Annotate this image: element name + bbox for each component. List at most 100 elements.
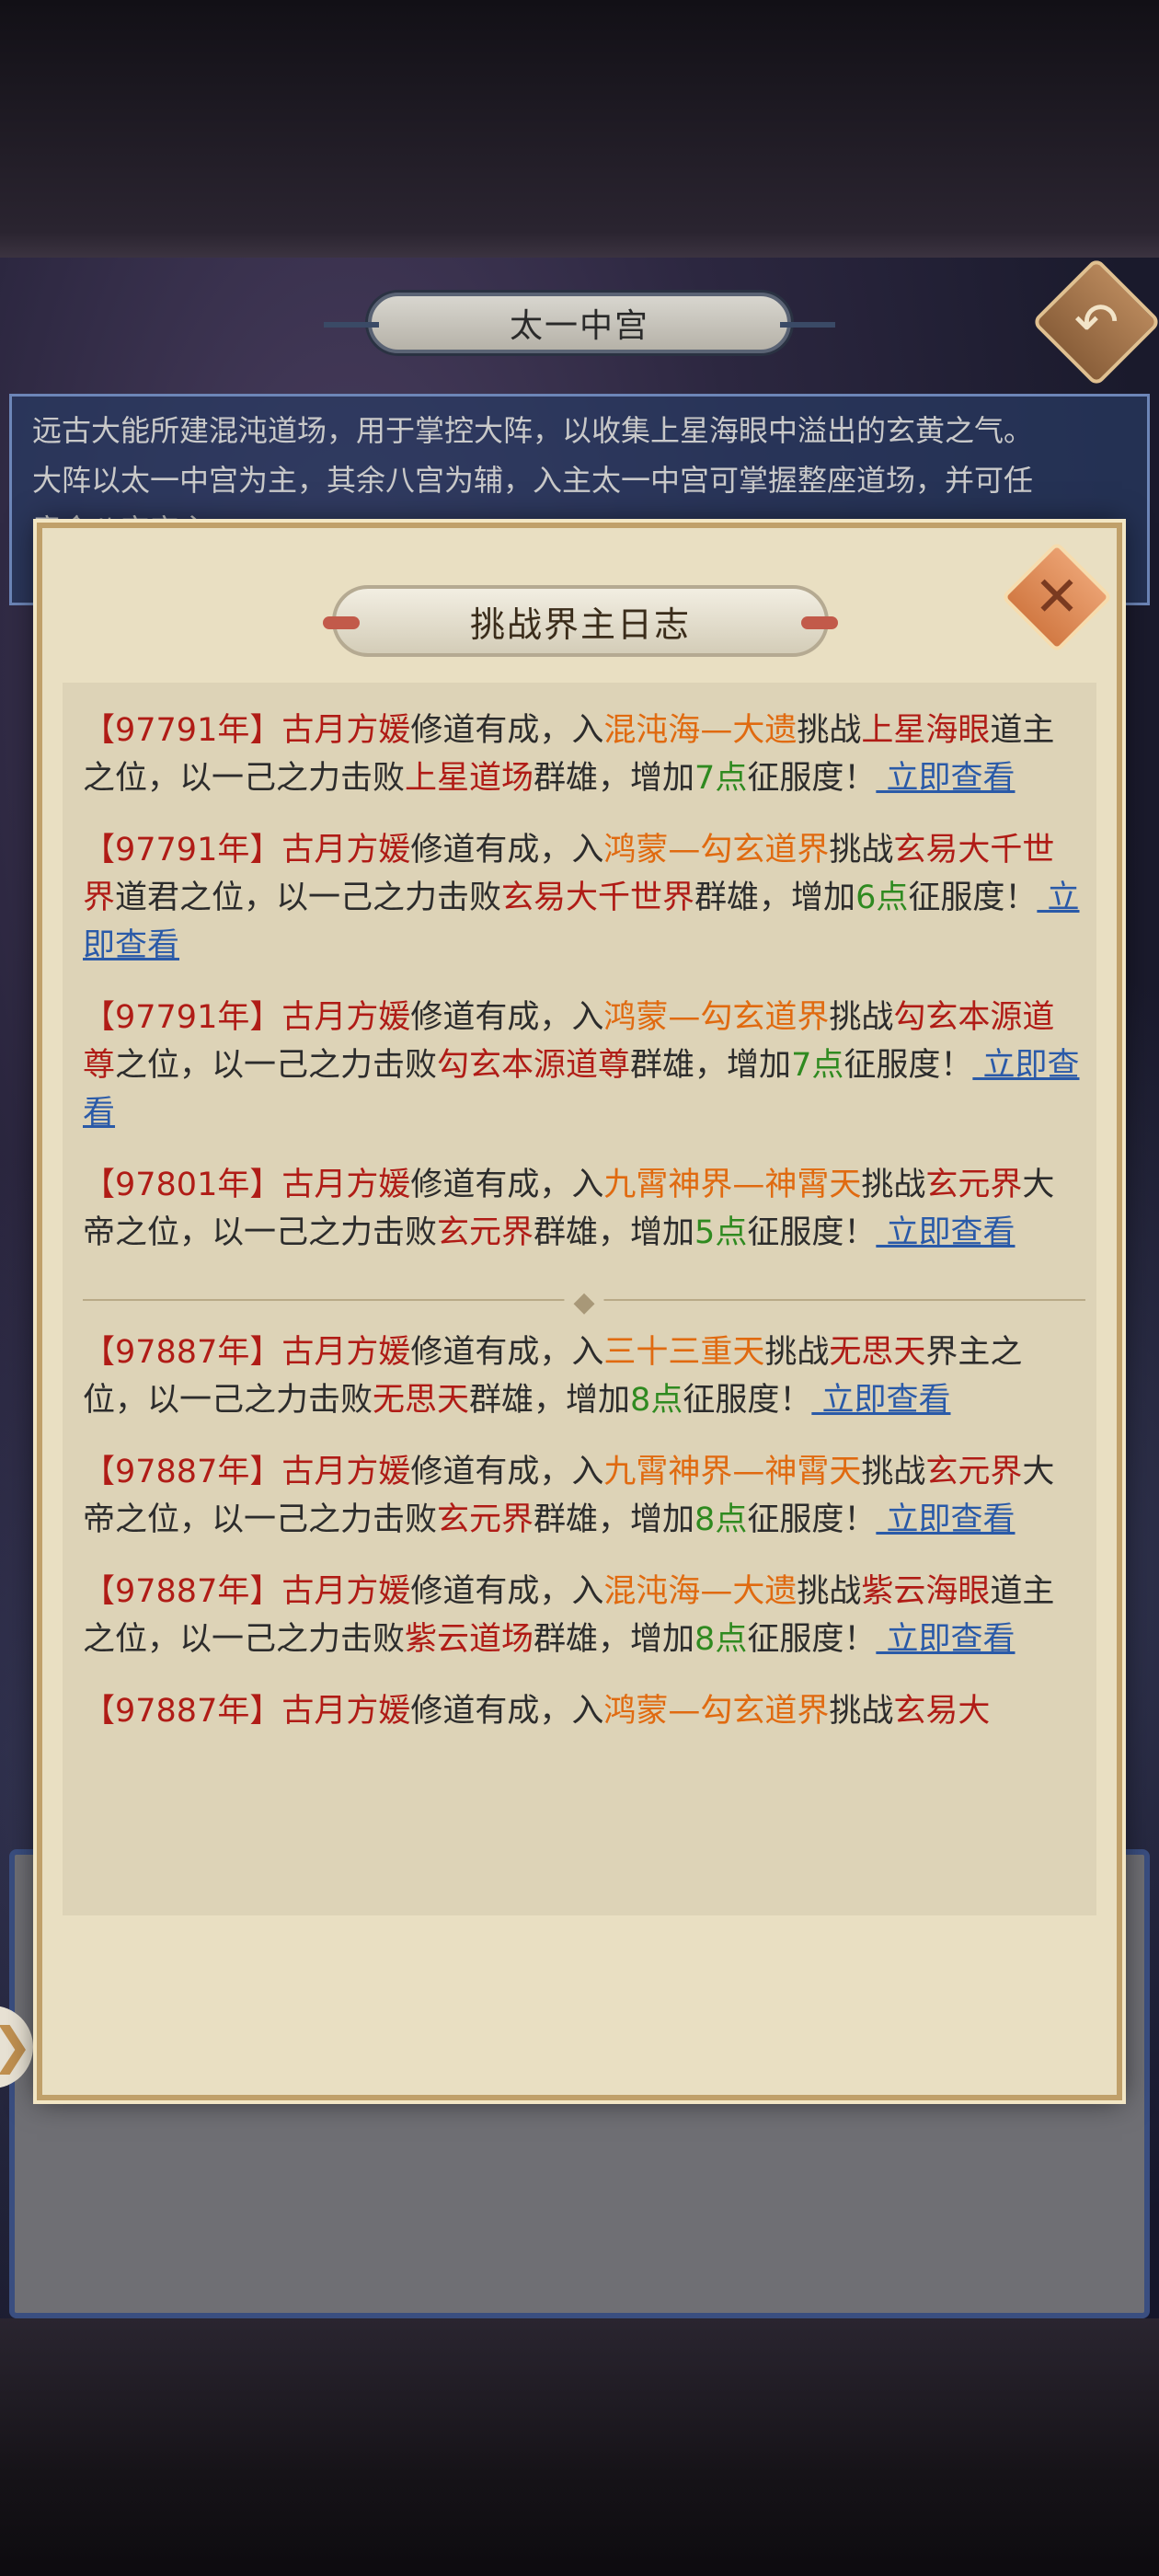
view-link[interactable]: 立即查看	[876, 1621, 1015, 1658]
modal-title-plaque: 挑战界主日志	[323, 585, 838, 657]
entry-text: 征服度！	[683, 1382, 812, 1419]
entry-text: 挑战	[829, 999, 894, 1036]
entry-location: 九霄神界—神霄天	[603, 1454, 862, 1490]
entry-text: 群雄，增加	[469, 1382, 631, 1419]
entry-text: 群雄，增加	[694, 880, 856, 916]
entry-text: 修道有成，入	[410, 1573, 604, 1610]
entry-target: 紫云海眼	[861, 1573, 991, 1610]
entry-text: 挑战	[797, 712, 862, 749]
view-link[interactable]: 立即查看	[876, 1501, 1015, 1538]
entry-defeated: 玄元界	[437, 1214, 534, 1251]
close-icon: ✕	[1033, 565, 1081, 629]
log-entry: 【97791年】古月方媛修道有成，入鸿蒙—勾玄道界挑战勾玄本源道尊之位，以一己之…	[83, 994, 1085, 1137]
entry-year: 【97791年】	[83, 999, 282, 1036]
entry-location: 三十三重天	[603, 1334, 765, 1371]
entry-location: 鸿蒙—勾玄道界	[603, 999, 830, 1036]
entry-text: 征服度！	[747, 1214, 877, 1251]
entry-text: 征服度！	[908, 880, 1038, 916]
entry-text: 道君之位，以一己之力击败	[115, 880, 502, 916]
entry-name: 古月方媛	[281, 1693, 411, 1730]
entry-text: 修道有成，入	[410, 712, 604, 749]
entry-text: 群雄，增加	[630, 1047, 792, 1084]
entry-location: 鸿蒙—勾玄道界	[603, 832, 830, 868]
entry-target: 玄元界	[925, 1454, 1023, 1490]
entry-target: 玄元界	[925, 1167, 1023, 1203]
entry-text: 挑战	[861, 1454, 926, 1490]
entry-year: 【97791年】	[83, 712, 282, 749]
close-button[interactable]: ✕	[1001, 541, 1113, 653]
view-link[interactable]: 立即查看	[876, 1214, 1015, 1251]
entry-defeated: 上星道场	[405, 760, 534, 797]
description-line-2: 大阵以太一中宫为主，其余八宫为辅，入主太一中宫可掌握整座道场，并可任	[32, 463, 1034, 498]
entry-location: 混沌海—大遗	[603, 1573, 798, 1610]
log-list: 【97791年】古月方媛修道有成，入混沌海—大遗挑战上星海眼道主之位，以一己之力…	[83, 683, 1085, 1735]
page-title: 太一中宫	[509, 307, 649, 345]
entry-year: 【97887年】	[83, 1334, 282, 1371]
entry-text: 群雄，增加	[534, 1501, 695, 1538]
entry-defeated: 玄元界	[437, 1501, 534, 1538]
entry-defeated: 无思天	[373, 1382, 470, 1419]
entry-year: 【97887年】	[83, 1693, 282, 1730]
entry-points: 7点	[694, 760, 748, 797]
entry-year: 【97801年】	[83, 1167, 282, 1203]
entry-name: 古月方媛	[281, 832, 411, 868]
entry-points: 7点	[791, 1047, 844, 1084]
entry-text: 挑战	[861, 1167, 926, 1203]
description-line-1: 远古大能所建混沌道场，用于掌控大阵，以收集上星海眼中溢出的玄黄之气。	[32, 413, 1034, 448]
entry-text: 群雄，增加	[534, 1621, 695, 1658]
entry-text: 之位，以一己之力击败	[115, 1047, 438, 1084]
entry-points: 8点	[694, 1621, 748, 1658]
log-scroll-area[interactable]: 【97791年】古月方媛修道有成，入混沌海—大遗挑战上星海眼道主之位，以一己之力…	[63, 683, 1096, 1915]
back-arrow-icon: ↶	[1073, 291, 1119, 353]
log-entry: 【97791年】古月方媛修道有成，入鸿蒙—勾玄道界挑战玄易大千世界道君之位，以一…	[83, 826, 1085, 970]
entry-text: 挑战	[797, 1573, 862, 1610]
entry-text: 修道有成，入	[410, 1454, 604, 1490]
entry-text: 修道有成，入	[410, 1693, 604, 1730]
log-entry: 【97887年】古月方媛修道有成，入三十三重天挑战无思天界主之位，以一己之力击败…	[83, 1328, 1085, 1424]
entry-text: 修道有成，入	[410, 832, 604, 868]
entry-year: 【97791年】	[83, 832, 282, 868]
page-title-plaque: 太一中宫	[324, 293, 835, 353]
chevron-right-icon: ❯	[0, 2017, 33, 2075]
entry-text: 征服度！	[747, 1501, 877, 1538]
bottom-dark-area	[0, 2318, 1159, 2576]
entry-name: 古月方媛	[281, 999, 411, 1036]
view-link[interactable]: 立即查看	[811, 1382, 950, 1419]
entry-text: 征服度！	[747, 1621, 877, 1658]
entry-target: 上星海眼	[861, 712, 991, 749]
entry-name: 古月方媛	[281, 1167, 411, 1203]
log-entry: 【97801年】古月方媛修道有成，入九霄神界—神霄天挑战玄元界大帝之位，以一己之…	[83, 1161, 1085, 1257]
entry-points: 8点	[694, 1501, 748, 1538]
entry-points: 8点	[630, 1382, 683, 1419]
view-link[interactable]: 立即查看	[876, 760, 1015, 797]
entry-name: 古月方媛	[281, 712, 411, 749]
entry-location: 鸿蒙—勾玄道界	[603, 1693, 830, 1730]
entry-defeated: 玄易大千世界	[501, 880, 695, 916]
entry-target: 玄易大	[893, 1693, 991, 1730]
entry-text: 修道有成，入	[410, 1167, 604, 1203]
entry-defeated: 紫云道场	[405, 1621, 534, 1658]
entry-text: 挑战	[829, 832, 894, 868]
entry-text: 征服度！	[843, 1047, 973, 1084]
entry-name: 古月方媛	[281, 1334, 411, 1371]
entry-points: 6点	[855, 880, 909, 916]
entry-location: 九霄神界—神霄天	[603, 1167, 862, 1203]
entry-text: 群雄，增加	[534, 760, 695, 797]
modal-title: 挑战界主日志	[469, 604, 691, 645]
challenge-log-modal: 挑战界主日志 ✕ 【97791年】古月方媛修道有成，入混沌海—大遗挑战上星海眼道…	[37, 523, 1122, 2100]
entry-text: 挑战	[829, 1693, 894, 1730]
log-entry: 【97887年】古月方媛修道有成，入九霄神界—神霄天挑战玄元界大帝之位，以一己之…	[83, 1448, 1085, 1544]
entry-name: 古月方媛	[281, 1573, 411, 1610]
entry-text: 修道有成，入	[410, 999, 604, 1036]
entry-text: 群雄，增加	[534, 1214, 695, 1251]
entry-target: 无思天	[829, 1334, 926, 1371]
entry-defeated: 勾玄本源道尊	[437, 1047, 631, 1084]
log-entry: 【97887年】古月方媛修道有成，入混沌海—大遗挑战紫云海眼道主之位，以一己之力…	[83, 1568, 1085, 1663]
entry-text: 修道有成，入	[410, 1334, 604, 1371]
entry-text: 挑战	[764, 1334, 830, 1371]
entry-points: 5点	[694, 1214, 748, 1251]
entry-year: 【97887年】	[83, 1573, 282, 1610]
entry-name: 古月方媛	[281, 1454, 411, 1490]
log-entry: 【97791年】古月方媛修道有成，入混沌海—大遗挑战上星海眼道主之位，以一己之力…	[83, 707, 1085, 802]
entry-location: 混沌海—大遗	[603, 712, 798, 749]
